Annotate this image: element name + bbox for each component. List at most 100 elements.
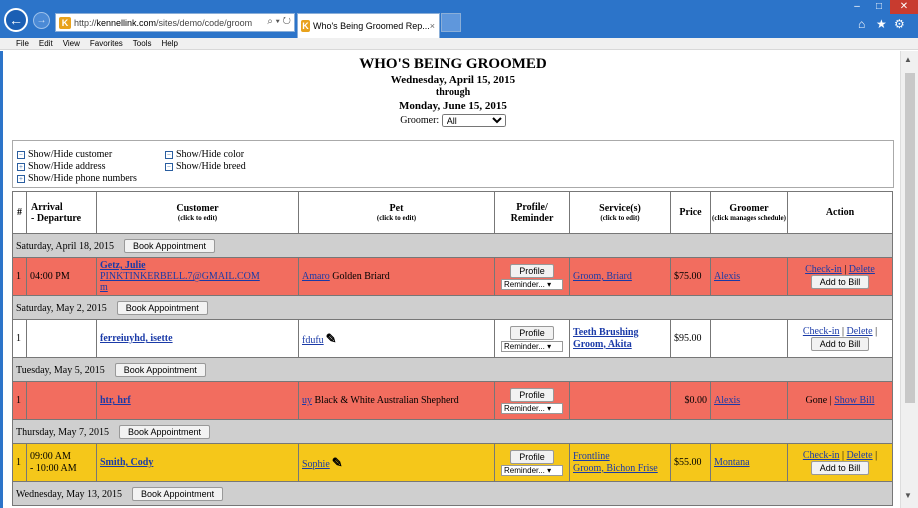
new-tab-button[interactable] (441, 13, 461, 32)
book-appointment-button[interactable]: Book Appointment (114, 362, 206, 377)
action-cell: Check-in | Delete | Add to Bill (787, 443, 893, 482)
address-tools[interactable]: ⌕ ▾ ↻ (267, 16, 291, 27)
profile-button[interactable]: Profile (510, 325, 554, 340)
tab-whos-being-groomed[interactable]: K Who's Being Groomed Rep... × (297, 13, 440, 38)
reminder-select[interactable]: Reminder... ▾ (501, 402, 563, 414)
add-to-bill-button[interactable]: Add to Bill (810, 337, 870, 351)
menu-view[interactable]: View (63, 39, 80, 48)
minimize-icon[interactable]: – (846, 0, 868, 14)
profile-cell: Profile Reminder... ▾ (494, 443, 570, 482)
date-cell: Tuesday, May 5, 2015 Book Appointment (12, 357, 893, 382)
menu-favorites[interactable]: Favorites (90, 39, 123, 48)
customer-email-overflow[interactable]: m (100, 282, 108, 293)
col-service-label: Service(s) (599, 203, 641, 214)
check-in-link[interactable]: Check-in (803, 326, 840, 337)
favorites-star-icon[interactable]: ★ (876, 17, 887, 31)
groomer-select[interactable]: All (441, 114, 506, 127)
price-cell: $55.00 (670, 443, 711, 482)
customer-cell: ferreiuyhd, isette (96, 319, 299, 358)
profile-button[interactable]: Profile (510, 449, 554, 464)
pet-link[interactable]: Amaro (302, 271, 330, 282)
arrival-time: 04:00 PM (30, 271, 70, 282)
book-appointment-button[interactable]: Book Appointment (132, 486, 224, 501)
pet-link[interactable]: uy (302, 395, 312, 406)
profile-cell: Profile Reminder... ▾ (494, 381, 570, 420)
scroll-down-icon[interactable]: ▼ (904, 491, 912, 500)
forward-arrow-icon[interactable]: → (33, 12, 50, 29)
customer-cell: Getz, Julie PINKTINKERBELL.7@GMAIL.COM m (96, 257, 299, 296)
service-link[interactable]: Groom, Briard (573, 271, 632, 282)
toggle-address[interactable]: + Show/Hide address (17, 161, 106, 172)
kennellink-favicon-icon: K (301, 20, 310, 32)
profile-button[interactable]: Profile (510, 387, 554, 402)
service-cell: Frontline Groom, Bichon Frise (569, 443, 671, 482)
tab-close-icon[interactable]: × (430, 21, 435, 31)
scroll-up-icon[interactable]: ▲ (904, 55, 912, 64)
date-label: Thursday, May 7, 2015 (16, 426, 109, 438)
toggle-color[interactable]: − Show/Hide color (165, 149, 244, 160)
reminder-select[interactable]: Reminder... ▾ (501, 278, 563, 290)
expand-box-icon: + (17, 162, 25, 171)
service-link[interactable]: Teeth Brushing (573, 327, 638, 338)
book-appointment-button[interactable]: Book Appointment (118, 424, 211, 439)
delete-link[interactable]: Delete (849, 264, 875, 275)
col-pet-label: Pet (389, 203, 404, 214)
check-in-link[interactable]: Check-in (805, 264, 842, 275)
vertical-scrollbar[interactable]: ▲ ▼ (900, 51, 918, 508)
toggle-phone[interactable]: + Show/Hide phone numbers (17, 173, 137, 184)
table-header-row: # Arrival - Departure Customer (click to e… (12, 191, 893, 234)
home-icon[interactable]: ⌂ (858, 17, 865, 31)
col-reminder-label: Reminder (510, 212, 554, 224)
delete-link[interactable]: Delete (847, 326, 873, 337)
profile-button[interactable]: Profile (510, 263, 554, 278)
reminder-select[interactable]: Reminder... ▾ (501, 340, 563, 352)
date-cell: Saturday, May 2, 2015 Book Appointment (12, 295, 893, 320)
add-to-bill-button[interactable]: Add to Bill (810, 461, 870, 475)
settings-gear-icon[interactable]: ⚙ (894, 17, 905, 31)
pet-link[interactable]: fdufu (302, 335, 324, 346)
row-num: 1 (12, 443, 27, 482)
date-row: Thursday, May 7, 2015 Book Appointment (12, 419, 893, 444)
maximize-icon[interactable]: □ (868, 0, 890, 14)
address-bar[interactable]: K http://kennellink.com/sites/demo/code/… (55, 13, 295, 32)
groomer-link[interactable]: Alexis (714, 395, 740, 406)
pencil-icon[interactable]: ✎ (332, 455, 343, 470)
groomer-link[interactable]: Alexis (714, 271, 740, 282)
customer-email-link[interactable]: PINKTINKERBELL.7@GMAIL.COM (100, 271, 260, 282)
toggle-panel: − Show/Hide customer + Show/Hide address +… (12, 140, 894, 188)
add-to-bill-button[interactable]: Add to Bill (810, 275, 870, 289)
delete-link[interactable]: Delete (847, 450, 873, 461)
customer-link[interactable]: ferreiuyhd, isette (100, 333, 173, 344)
toggle-breed[interactable]: − Show/Hide breed (165, 161, 246, 172)
menu-help[interactable]: Help (161, 39, 177, 48)
close-window-icon[interactable]: ✕ (890, 0, 918, 14)
pencil-icon[interactable]: ✎ (326, 331, 337, 346)
col-profile-label: Profile/ (516, 201, 548, 213)
show-bill-link[interactable]: Show Bill (834, 395, 874, 406)
col-service-sub: (click to edit) (600, 214, 640, 222)
customer-link[interactable]: Smith, Cody (100, 457, 153, 468)
scroll-thumb[interactable] (905, 73, 915, 403)
service-link[interactable]: Frontline (573, 451, 610, 462)
menu-edit[interactable]: Edit (39, 39, 53, 48)
back-arrow-icon[interactable]: ← (4, 8, 28, 32)
book-appointment-button[interactable]: Book Appointment (123, 238, 216, 253)
price-cell: $0.00 (670, 381, 711, 420)
pet-link[interactable]: Sophie (302, 459, 330, 470)
col-customer-label: Customer (176, 203, 219, 214)
groomer-link[interactable]: Montana (714, 457, 750, 468)
service-link[interactable]: Groom, Akita (573, 339, 632, 350)
service-link[interactable]: Groom, Bichon Frise (573, 463, 658, 474)
customer-link[interactable]: htr, hrf (100, 395, 131, 406)
book-appointment-button[interactable]: Book Appointment (116, 300, 208, 315)
toggle-customer[interactable]: − Show/Hide customer (17, 149, 112, 160)
reminder-select[interactable]: Reminder... ▾ (501, 464, 563, 476)
groomer-filter: Groomer: All (3, 114, 903, 127)
price-cell: $75.00 (670, 257, 711, 296)
customer-link[interactable]: Getz, Julie (100, 260, 146, 271)
menu-file[interactable]: File (16, 39, 29, 48)
arrival-time: 09:00 AM (30, 450, 71, 462)
profile-cell: Profile Reminder... ▾ (494, 319, 570, 358)
check-in-link[interactable]: Check-in (803, 450, 840, 461)
menu-tools[interactable]: Tools (133, 39, 152, 48)
